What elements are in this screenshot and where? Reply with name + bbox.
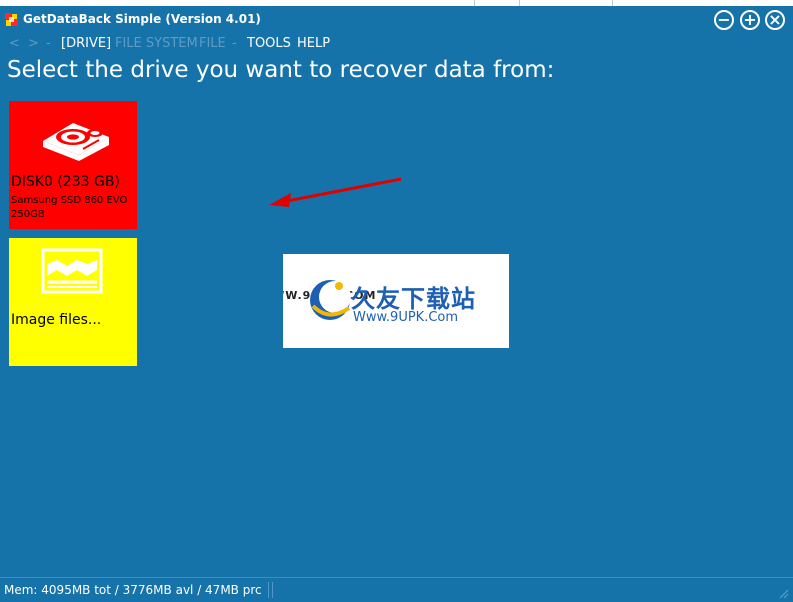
drive-name: DISK0 (233 GB) [11, 174, 120, 190]
status-divider [272, 582, 273, 598]
menu-help[interactable]: HELP [297, 36, 330, 51]
navigation-menu: < > - [DRIVE] FILE SYSTEM FILE - TOOLS H… [0, 35, 793, 53]
menu-file[interactable]: FILE [199, 36, 226, 51]
getdataback-window: GetDataBack Simple (Version 4.01) − + × … [0, 0, 793, 602]
status-divider [268, 582, 269, 598]
menu-separator: - [232, 36, 237, 51]
page-heading: Select the drive you want to recover dat… [7, 57, 555, 83]
drive-model: Samsung SSD 860 EVO 250GB [11, 195, 128, 220]
hard-disk-icon [43, 123, 109, 161]
drive-tile-image-files[interactable]: Image files... [9, 238, 137, 366]
forward-nav-button[interactable]: > [28, 36, 39, 51]
watermark-url: Www.9UPK.Com [353, 310, 459, 325]
drive-tile-disk0[interactable]: DISK0 (233 GB) Samsung SSD 860 EVO 250GB [9, 101, 137, 229]
window-title: GetDataBack Simple (Version 4.01) [23, 12, 261, 26]
title-bar[interactable]: GetDataBack Simple (Version 4.01) − + × [0, 6, 793, 34]
watermark-brand: 久友下载站 [351, 285, 476, 313]
app-logo-icon [5, 13, 18, 26]
watermark-overlay: WWW.9UPK.COM 久友下载站 Www.9UPK.Com [283, 254, 509, 348]
resize-grip-icon[interactable] [777, 587, 789, 599]
menu-drive[interactable]: [DRIVE] [61, 36, 111, 51]
nav-separator: - [46, 36, 51, 51]
image-files-label: Image files... [11, 312, 102, 328]
memory-status: Mem: 4095MB tot / 3776MB avl / 47MB prc [4, 583, 262, 597]
maximize-button[interactable]: + [740, 10, 760, 30]
annotation-arrow [269, 177, 402, 207]
status-bar: Mem: 4095MB tot / 3776MB avl / 47MB prc [0, 577, 793, 602]
close-button[interactable]: × [765, 10, 785, 30]
menu-file-system[interactable]: FILE SYSTEM [115, 36, 198, 51]
image-file-icon [41, 248, 103, 294]
watermark-moon-logo-icon [310, 280, 351, 320]
back-nav-button[interactable]: < [9, 36, 20, 51]
menu-tools[interactable]: TOOLS [247, 36, 291, 51]
minimize-button[interactable]: − [714, 10, 734, 30]
